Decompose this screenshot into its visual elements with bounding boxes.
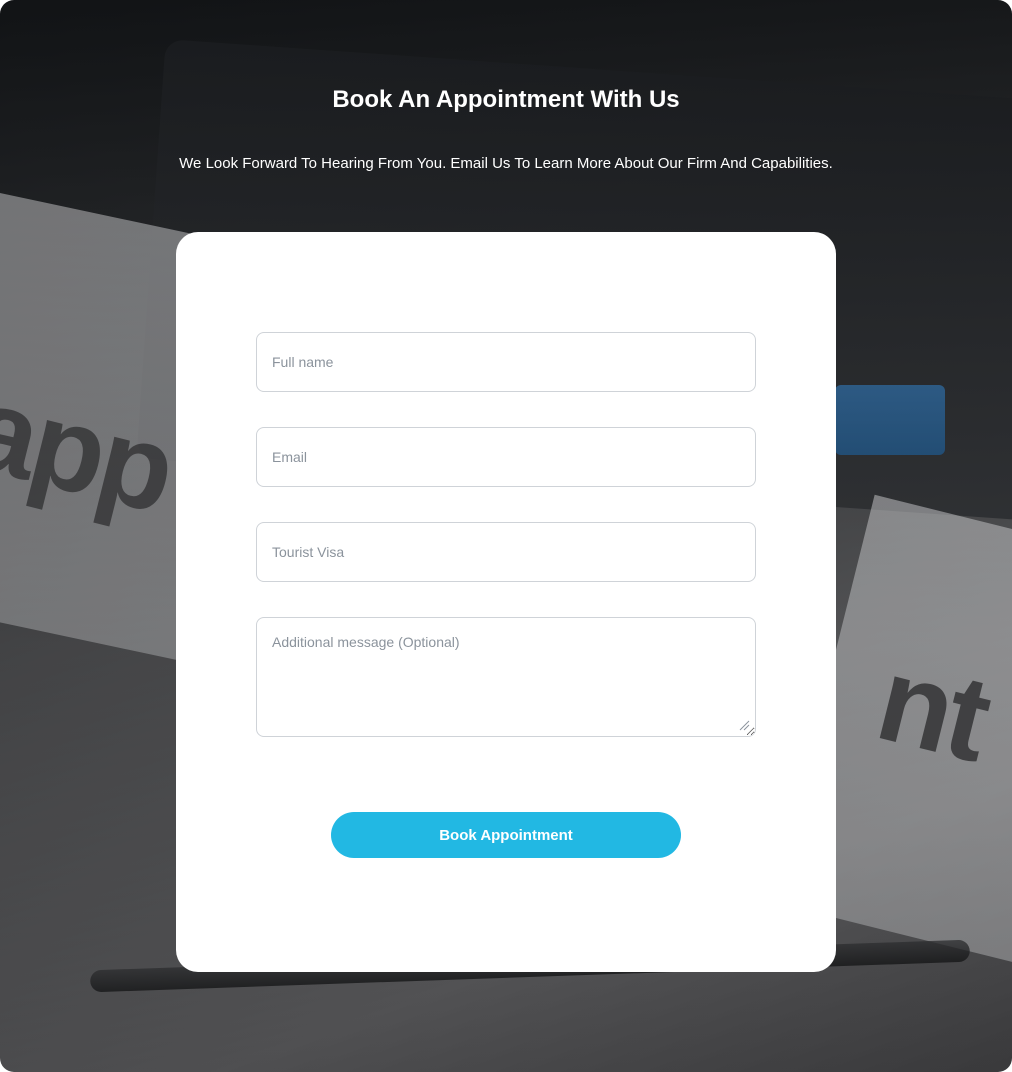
page-subtitle: We Look Forward To Hearing From You. Ema… bbox=[179, 155, 833, 172]
appointment-form-card: Book Appointment bbox=[176, 232, 836, 972]
page-background: app nt Book An Appointment With Us We Lo… bbox=[0, 0, 1012, 1072]
additional-message-textarea[interactable] bbox=[256, 617, 756, 737]
resize-handle-icon[interactable] bbox=[738, 719, 750, 731]
book-appointment-button[interactable]: Book Appointment bbox=[331, 812, 681, 858]
page-title: Book An Appointment With Us bbox=[332, 86, 680, 113]
background-badge bbox=[835, 385, 945, 455]
email-input[interactable] bbox=[256, 427, 756, 487]
visa-type-input[interactable] bbox=[256, 522, 756, 582]
full-name-input[interactable] bbox=[256, 332, 756, 392]
